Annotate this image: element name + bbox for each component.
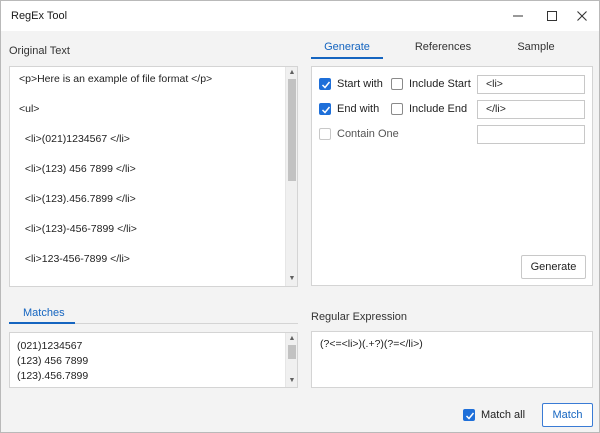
checkmark-icon [321, 106, 331, 114]
matches-tab-divider [75, 323, 298, 324]
tab-matches[interactable]: Matches [23, 307, 65, 319]
maximize-button[interactable] [535, 1, 569, 31]
original-text-scrollbar[interactable]: ▲ ▼ [285, 67, 297, 286]
match-item[interactable]: (123) 456 7899 [17, 355, 88, 367]
scroll-up-arrow-icon[interactable]: ▲ [286, 334, 298, 344]
minimize-button[interactable] [501, 1, 535, 31]
regular-expression-label: Regular Expression [311, 311, 407, 323]
match-button[interactable]: Match [542, 403, 593, 427]
include-start-label: Include Start [409, 78, 471, 90]
matches-tab-indicator [9, 322, 75, 324]
match-all-label: Match all [481, 409, 526, 421]
active-tab-indicator [311, 57, 383, 59]
text-line: <li>(021)1234567 </li> [19, 133, 130, 145]
close-icon [577, 11, 587, 21]
match-all-checkbox[interactable] [463, 409, 475, 421]
regular-expression-value: (?<=<li>)(.+?)(?=</li>) [320, 338, 423, 350]
generate-button[interactable]: Generate [521, 255, 586, 279]
scroll-down-arrow-icon[interactable]: ▼ [286, 274, 298, 284]
scroll-thumb[interactable] [288, 79, 296, 181]
regular-expression-field[interactable]: (?<=<li>)(.+?)(?=</li>) [311, 331, 593, 388]
text-line: <li>(123).456.7899 </li> [19, 193, 136, 205]
text-line: <p>Here is an example of file format </p… [19, 73, 213, 85]
start-with-input[interactable]: <li> [477, 75, 585, 94]
end-with-input[interactable]: </li> [477, 100, 585, 119]
contain-one-checkbox[interactable] [319, 128, 331, 140]
text-line: <li>123-456-7899 </li> [19, 253, 130, 265]
contain-one-input[interactable] [477, 125, 585, 144]
close-button[interactable] [565, 1, 599, 31]
checkmark-icon [465, 412, 475, 420]
text-line: <li>(123) 456 7899 </li> [19, 163, 136, 175]
match-item[interactable]: (123).456.7899 [17, 370, 88, 382]
start-with-checkbox[interactable] [319, 78, 331, 90]
include-end-label: Include End [409, 103, 468, 115]
maximize-icon [547, 11, 557, 21]
matches-scrollbar[interactable]: ▲ ▼ [285, 333, 297, 387]
include-start-checkbox[interactable] [391, 78, 403, 90]
scroll-down-arrow-icon[interactable]: ▼ [286, 376, 298, 386]
window-title: RegEx Tool [11, 10, 68, 22]
checkmark-icon [321, 81, 331, 89]
minimize-icon [513, 15, 523, 17]
text-line: <li>(123)-456-7899 </li> [19, 223, 137, 235]
match-item[interactable]: (021)1234567 [17, 340, 82, 352]
generate-panel: Start with Include Start <li> End with I… [311, 66, 593, 286]
tab-references[interactable]: References [406, 41, 480, 53]
tab-sample[interactable]: Sample [499, 41, 573, 53]
include-end-checkbox[interactable] [391, 103, 403, 115]
original-text-label: Original Text [9, 45, 70, 57]
scroll-up-arrow-icon[interactable]: ▲ [286, 68, 298, 78]
original-text-area[interactable]: <p>Here is an example of file format </p… [9, 66, 298, 287]
start-with-label: Start with [337, 78, 383, 90]
tab-generate[interactable]: Generate [311, 41, 383, 53]
title-bar[interactable]: RegEx Tool [1, 1, 599, 31]
matches-list[interactable]: (021)1234567 (123) 456 7899 (123).456.78… [9, 332, 298, 388]
end-with-label: End with [337, 103, 380, 115]
end-with-checkbox[interactable] [319, 103, 331, 115]
text-line: <ul> [19, 103, 40, 115]
contain-one-label: Contain One [337, 128, 399, 140]
regex-tool-window: RegEx Tool Original Text <p>Here is an e… [0, 0, 600, 433]
scroll-thumb[interactable] [288, 345, 296, 359]
